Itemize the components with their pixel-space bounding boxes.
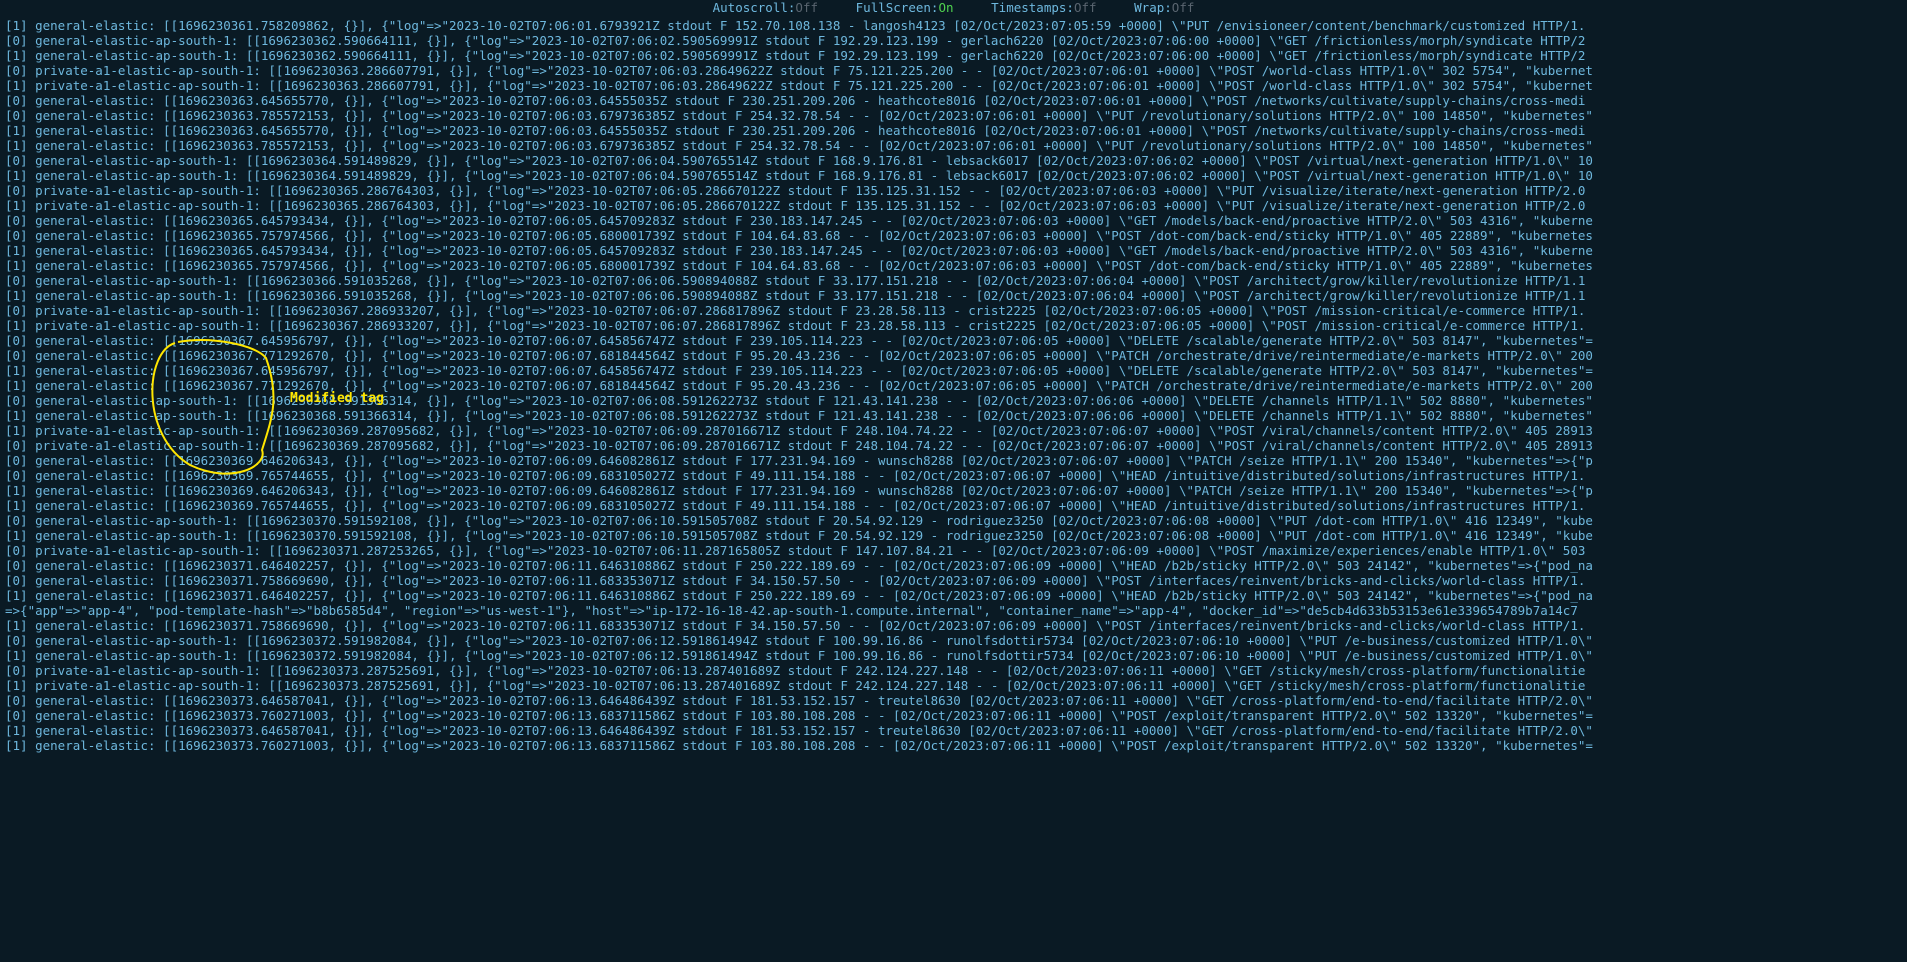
wrap-label: Wrap <box>1134 0 1164 15</box>
log-line: [0] general-elastic: [[1696230363.645655… <box>5 93 1902 108</box>
log-line: [1] private-a1-elastic-ap-south-1: [[169… <box>5 423 1902 438</box>
log-line: [0] general-elastic: [[1696230369.765744… <box>5 468 1902 483</box>
log-line: [1] general-elastic: [[1696230369.765744… <box>5 498 1902 513</box>
log-line: [1] general-elastic: [[1696230365.757974… <box>5 258 1902 273</box>
log-line: [1] general-elastic: [[1696230373.760271… <box>5 738 1902 753</box>
log-line: [1] private-a1-elastic-ap-south-1: [[169… <box>5 678 1902 693</box>
log-line: [1] general-elastic: [[1696230367.771292… <box>5 378 1902 393</box>
log-line: [1] private-a1-elastic-ap-south-1: [[169… <box>5 318 1902 333</box>
log-line: [0] private-a1-elastic-ap-south-1: [[169… <box>5 63 1902 78</box>
log-line: [1] private-a1-elastic-ap-south-1: [[169… <box>5 78 1902 93</box>
log-line: [1] general-elastic: [[1696230371.646402… <box>5 588 1902 603</box>
log-line: [1] general-elastic-ap-south-1: [[169623… <box>5 408 1902 423</box>
log-line: [0] general-elastic: [[1696230363.785572… <box>5 108 1902 123</box>
log-line: [0] general-elastic-ap-south-1: [[169623… <box>5 393 1902 408</box>
log-line: =>{"app"=>"app-4", "pod-template-hash"=>… <box>5 603 1902 618</box>
fullscreen-value: On <box>938 0 953 15</box>
log-line: [0] general-elastic: [[1696230373.646587… <box>5 693 1902 708</box>
wrap-value: Off <box>1172 0 1195 15</box>
log-line: [0] general-elastic: [[1696230367.645956… <box>5 333 1902 348</box>
log-line: [0] general-elastic: [[1696230365.757974… <box>5 228 1902 243</box>
log-line: [0] private-a1-elastic-ap-south-1: [[169… <box>5 663 1902 678</box>
log-line: [0] general-elastic: [[1696230373.760271… <box>5 708 1902 723</box>
log-line: [1] general-elastic: [[1696230363.785572… <box>5 138 1902 153</box>
log-line: [1] general-elastic-ap-south-1: [[169623… <box>5 288 1902 303</box>
log-line: [0] general-elastic-ap-south-1: [[169623… <box>5 273 1902 288</box>
log-line: [0] private-a1-elastic-ap-south-1: [[169… <box>5 303 1902 318</box>
log-line: [1] general-elastic: [[1696230373.646587… <box>5 723 1902 738</box>
log-line: [1] general-elastic-ap-south-1: [[169623… <box>5 168 1902 183</box>
log-line: [0] private-a1-elastic-ap-south-1: [[169… <box>5 438 1902 453</box>
log-line: [0] general-elastic: [[1696230369.646206… <box>5 453 1902 468</box>
log-line: [1] general-elastic-ap-south-1: [[169623… <box>5 648 1902 663</box>
log-line: [0] general-elastic-ap-south-1: [[169623… <box>5 513 1902 528</box>
log-line: [0] general-elastic: [[1696230371.758669… <box>5 573 1902 588</box>
log-line: [1] general-elastic: [[1696230371.758669… <box>5 618 1902 633</box>
log-line: [1] general-elastic: [[1696230365.645793… <box>5 243 1902 258</box>
log-line: [1] general-elastic: [[1696230369.646206… <box>5 483 1902 498</box>
log-line: [1] general-elastic-ap-south-1: [[169623… <box>5 48 1902 63</box>
log-line: [1] general-elastic: [[1696230363.645655… <box>5 123 1902 138</box>
log-line: [0] general-elastic-ap-south-1: [[169623… <box>5 633 1902 648</box>
colon: : <box>1066 0 1074 15</box>
log-line: [0] general-elastic-ap-south-1: [[169623… <box>5 33 1902 48</box>
autoscroll-label: Autoscroll <box>713 0 788 15</box>
log-line: [0] general-elastic: [[1696230365.645793… <box>5 213 1902 228</box>
log-line: [0] general-elastic-ap-south-1: [[169623… <box>5 153 1902 168</box>
log-line: [0] private-a1-elastic-ap-south-1: [[169… <box>5 543 1902 558</box>
colon: : <box>1164 0 1172 15</box>
log-line: [0] private-a1-elastic-ap-south-1: [[169… <box>5 183 1902 198</box>
log-line: [0] general-elastic: [[1696230367.771292… <box>5 348 1902 363</box>
log-line: [1] private-a1-elastic-ap-south-1: [[169… <box>5 198 1902 213</box>
log-output[interactable]: [1] general-elastic: [[1696230361.758209… <box>5 18 1902 962</box>
log-line: [1] general-elastic: [[1696230367.645956… <box>5 363 1902 378</box>
log-line: [1] general-elastic: [[1696230361.758209… <box>5 18 1902 33</box>
timestamps-label: Timestamps <box>991 0 1066 15</box>
fullscreen-label: FullScreen <box>856 0 931 15</box>
autoscroll-value: Off <box>795 0 818 15</box>
timestamps-value: Off <box>1074 0 1097 15</box>
status-bar: Autoscroll:Off FullScreen:On Timestamps:… <box>0 0 1907 15</box>
log-line: [1] general-elastic-ap-south-1: [[169623… <box>5 528 1902 543</box>
log-line: [0] general-elastic: [[1696230371.646402… <box>5 558 1902 573</box>
